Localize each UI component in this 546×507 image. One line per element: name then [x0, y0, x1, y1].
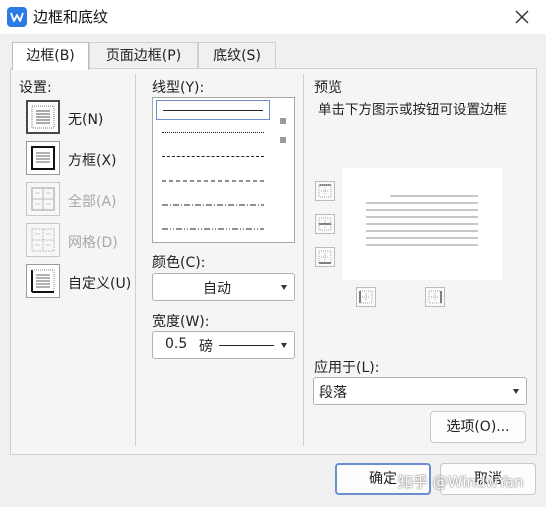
preview-hint: 单击下方图示或按钮可设置边框 [318, 102, 507, 118]
options-button[interactable]: 选项(O)... [430, 411, 526, 443]
setting-heading: 设置: [19, 80, 52, 96]
width-select[interactable]: 0.5 磅 [152, 331, 295, 359]
width-value: 0.5 [165, 336, 188, 352]
tab-page-border[interactable]: 页面边框(P) [89, 42, 198, 69]
line-style-dashed-fine[interactable] [156, 147, 270, 167]
preview-canvas[interactable] [342, 168, 502, 280]
color-select[interactable]: 自动 [152, 273, 295, 301]
width-heading: 宽度(W): [152, 314, 210, 330]
apply-to-select[interactable]: 段落 [313, 377, 527, 405]
setting-all-icon [26, 182, 60, 216]
line-style-dashed[interactable] [156, 171, 270, 191]
setting-all-label: 全部(A) [68, 194, 117, 210]
left-border-button[interactable] [356, 287, 376, 307]
width-line-sample [219, 345, 274, 346]
wps-writer-icon [7, 7, 27, 27]
setting-grid-label: 网格(D) [68, 235, 118, 251]
preview-heading: 预览 [314, 80, 342, 96]
apply-to-value: 段落 [319, 385, 347, 401]
top-border-button[interactable] [315, 181, 335, 201]
setting-none-label[interactable]: 无(N) [68, 109, 103, 129]
scrollbar-thumb[interactable] [280, 118, 286, 124]
tab-border[interactable]: 边框(B) [12, 42, 89, 70]
scrollbar-marker[interactable] [280, 137, 286, 143]
apply-to-heading: 应用于(L): [314, 360, 380, 376]
right-border-button[interactable] [425, 287, 445, 307]
chevron-down-icon [513, 389, 519, 394]
width-unit: 磅 [199, 339, 213, 355]
line-style-dash-dot[interactable] [156, 195, 270, 215]
setting-custom-icon[interactable] [26, 264, 60, 298]
close-icon[interactable] [512, 7, 532, 27]
separator-1 [135, 74, 136, 446]
inside-horizontal-border-button[interactable] [315, 214, 335, 234]
line-style-solid[interactable] [156, 100, 270, 120]
color-value: 自动 [203, 281, 231, 297]
setting-none-icon[interactable] [26, 100, 60, 134]
line-style-dash-dot-dot[interactable] [156, 219, 270, 239]
window-title: 边框和底纹 [33, 8, 109, 26]
setting-custom-label[interactable]: 自定义(U) [68, 273, 131, 293]
setting-box-label[interactable]: 方框(X) [68, 150, 117, 170]
setting-box-icon[interactable] [26, 141, 60, 175]
bottom-border-button[interactable] [315, 247, 335, 267]
watermark: 知乎 @WindwYan [398, 473, 524, 491]
chevron-down-icon [281, 285, 287, 290]
color-heading: 颜色(C): [152, 255, 206, 271]
separator-2 [303, 74, 304, 446]
line-style-dotted[interactable] [156, 123, 270, 143]
line-style-heading: 线型(Y): [152, 80, 205, 96]
tab-shading[interactable]: 底纹(S) [198, 42, 276, 69]
setting-grid-icon [26, 223, 60, 257]
chevron-down-icon [281, 343, 287, 348]
